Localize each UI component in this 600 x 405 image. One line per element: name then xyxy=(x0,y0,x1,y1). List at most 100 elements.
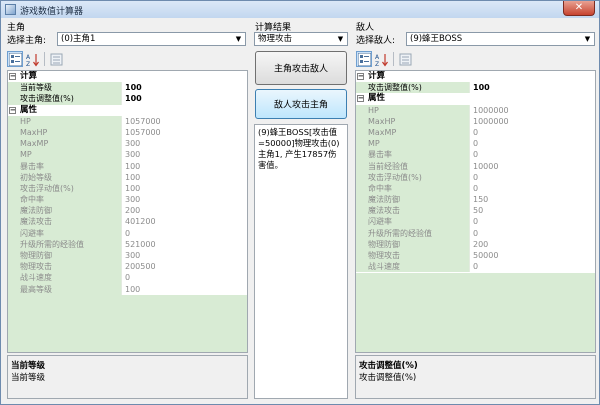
alphabetical-view-button[interactable]: A Z xyxy=(373,51,389,67)
property-name: 攻击浮动值(%) xyxy=(17,182,121,195)
collapse-icon[interactable]: − xyxy=(357,95,364,103)
property-value: 0 xyxy=(469,216,595,228)
hero-attack-enemy-button[interactable]: 主角攻击敌人 xyxy=(255,51,347,85)
enemy-property-grid[interactable]: − 计算 攻击调整值(%) 100− 属性 HP 1000000 MaxHP 1000000 Ma… xyxy=(355,70,596,353)
property-value: 0 xyxy=(469,138,595,150)
grid-property-row[interactable]: MaxHP 1057000 xyxy=(8,126,247,139)
grid-property-row[interactable]: 当前经验值 10000 xyxy=(356,160,595,172)
grid-property-row[interactable]: 魔法防御 200 xyxy=(8,205,247,217)
title-bar[interactable]: 游戏数值计算器 ✕ xyxy=(1,1,599,18)
grid-property-row[interactable]: 魔法防御 150 xyxy=(356,194,595,206)
svg-text:A: A xyxy=(26,54,31,61)
collapse-icon[interactable]: − xyxy=(9,106,16,114)
hero-property-grid[interactable]: − 计算 当前等级 100 攻击调整值(%) 100− 属性 HP 1057000 MaxHP 10… xyxy=(7,70,248,353)
grid-property-row[interactable]: 闪避率 0 xyxy=(356,216,595,228)
property-value[interactable]: 100 xyxy=(469,82,595,94)
grid-property-row[interactable]: 当前等级 100 xyxy=(8,82,247,94)
hero-select-label: 选择主角: xyxy=(7,36,47,46)
result-text-area[interactable]: (9)蜂王BOSS[攻击值=50000]物理攻击(0)主角1, 产生17857伤… xyxy=(254,124,348,399)
property-name: HP xyxy=(17,115,121,127)
grid-gutter xyxy=(356,138,365,150)
grid-property-row[interactable]: 战斗速度 0 xyxy=(8,272,247,284)
property-value[interactable]: 100 xyxy=(121,82,247,94)
chevron-down-icon[interactable]: ▼ xyxy=(335,33,346,45)
property-name: 战斗速度 xyxy=(17,272,121,284)
categorized-view-button[interactable] xyxy=(7,51,23,67)
grid-property-row[interactable]: 升级所需的经验值 0 xyxy=(356,227,595,239)
property-name: 暴击率 xyxy=(17,160,121,172)
grid-property-row[interactable]: 攻击浮动值(%) 0 xyxy=(356,171,595,183)
grid-category[interactable]: − 属性 xyxy=(356,93,595,105)
grid-property-row[interactable]: MP 300 xyxy=(8,149,247,161)
grid-property-row[interactable]: 战斗速度 0 xyxy=(356,261,595,273)
grid-property-row[interactable]: 物理防御 200 xyxy=(356,238,595,250)
grid-gutter xyxy=(356,182,365,195)
grid-property-row[interactable]: MP 0 xyxy=(356,138,595,150)
chevron-down-icon[interactable]: ▼ xyxy=(582,33,593,45)
svg-text:Z: Z xyxy=(375,61,379,67)
svg-text:Z: Z xyxy=(26,61,30,67)
grid-property-row[interactable]: 升级所需的经验值 521000 xyxy=(8,238,247,250)
grid-gutter xyxy=(356,238,365,250)
grid-category-label: 属性 xyxy=(20,104,38,115)
grid-property-row[interactable]: 最高等级 100 xyxy=(8,283,247,295)
property-value: 0 xyxy=(469,182,595,195)
grid-gutter xyxy=(356,104,365,116)
hero-select[interactable]: (0)主角1 ▼ xyxy=(57,32,246,46)
property-name: 魔法攻击 xyxy=(365,205,469,217)
grid-property-row[interactable]: 暴击率 0 xyxy=(356,149,595,161)
grid-category-label: 计算 xyxy=(368,71,386,81)
grid-gutter xyxy=(8,283,17,295)
enemy-grid-rows: − 计算 攻击调整值(%) 100− 属性 HP 1000000 MaxHP 1000000 Ma… xyxy=(356,71,595,273)
alphabetical-view-button[interactable]: A Z xyxy=(24,51,40,67)
grid-property-row[interactable]: 攻击浮动值(%) 100 xyxy=(8,182,247,195)
grid-property-row[interactable]: HP 1000000 xyxy=(356,104,595,116)
property-value: 200 xyxy=(121,205,247,217)
enemy-select[interactable]: (9)蜂王BOSS ▼ xyxy=(406,32,595,46)
grid-property-row[interactable]: MaxMP 300 xyxy=(8,138,247,150)
attack-type-value: 物理攻击 xyxy=(258,34,293,44)
collapse-icon[interactable]: − xyxy=(357,73,364,80)
grid-property-row[interactable]: MaxMP 0 xyxy=(356,126,595,139)
grid-property-row[interactable]: 魔法攻击 401200 xyxy=(8,216,247,228)
property-value: 1000000 xyxy=(469,115,595,127)
property-value[interactable]: 100 xyxy=(121,93,247,105)
attack-type-select[interactable]: 物理攻击 ▼ xyxy=(254,32,348,46)
grid-category[interactable]: − 计算 xyxy=(356,71,595,83)
enemy-attack-hero-button[interactable]: 敌人攻击主角 xyxy=(255,89,347,119)
property-value: 300 xyxy=(121,250,247,262)
property-value: 0 xyxy=(469,126,595,139)
grid-property-row[interactable]: 攻击调整值(%) 100 xyxy=(356,82,595,94)
grid-property-row[interactable]: MaxHP 1000000 xyxy=(356,115,595,127)
property-name: MP xyxy=(365,138,469,150)
property-value: 200 xyxy=(469,238,595,250)
close-button[interactable]: ✕ xyxy=(563,1,595,16)
grid-property-row[interactable]: 初始等级 100 xyxy=(8,171,247,183)
property-name: 当前等级 xyxy=(17,82,121,94)
collapse-icon[interactable]: − xyxy=(9,73,16,80)
grid-property-row[interactable]: 物理攻击 50000 xyxy=(356,250,595,262)
property-name: 攻击浮动值(%) xyxy=(365,171,469,183)
grid-property-row[interactable]: 攻击调整值(%) 100 xyxy=(8,93,247,105)
hero-attack-enemy-label: 主角攻击敌人 xyxy=(273,64,328,75)
grid-property-row[interactable]: 物理攻击 200500 xyxy=(8,261,247,273)
property-pages-button[interactable] xyxy=(397,51,413,67)
chevron-down-icon[interactable]: ▼ xyxy=(233,33,244,45)
property-value: 100 xyxy=(121,160,247,172)
enemy-section-label: 敌人 xyxy=(356,23,375,33)
grid-property-row[interactable]: 物理防御 300 xyxy=(8,250,247,262)
grid-property-row[interactable]: 魔法攻击 50 xyxy=(356,205,595,217)
grid-property-row[interactable]: HP 1057000 xyxy=(8,115,247,127)
property-name: 当前经验值 xyxy=(365,160,469,172)
grid-property-row[interactable]: 命中率 300 xyxy=(8,194,247,206)
grid-category[interactable]: − 属性 xyxy=(8,104,247,116)
property-pages-button[interactable] xyxy=(48,51,64,67)
grid-property-row[interactable]: 闪避率 0 xyxy=(8,227,247,239)
grid-property-row[interactable]: 暴击率 100 xyxy=(8,160,247,172)
categorized-view-button[interactable] xyxy=(356,51,372,67)
grid-category[interactable]: − 计算 xyxy=(8,71,247,83)
grid-property-row[interactable]: 命中率 0 xyxy=(356,182,595,195)
property-name: 闪避率 xyxy=(365,216,469,228)
property-value: 300 xyxy=(121,138,247,150)
grid-gutter xyxy=(8,272,17,284)
